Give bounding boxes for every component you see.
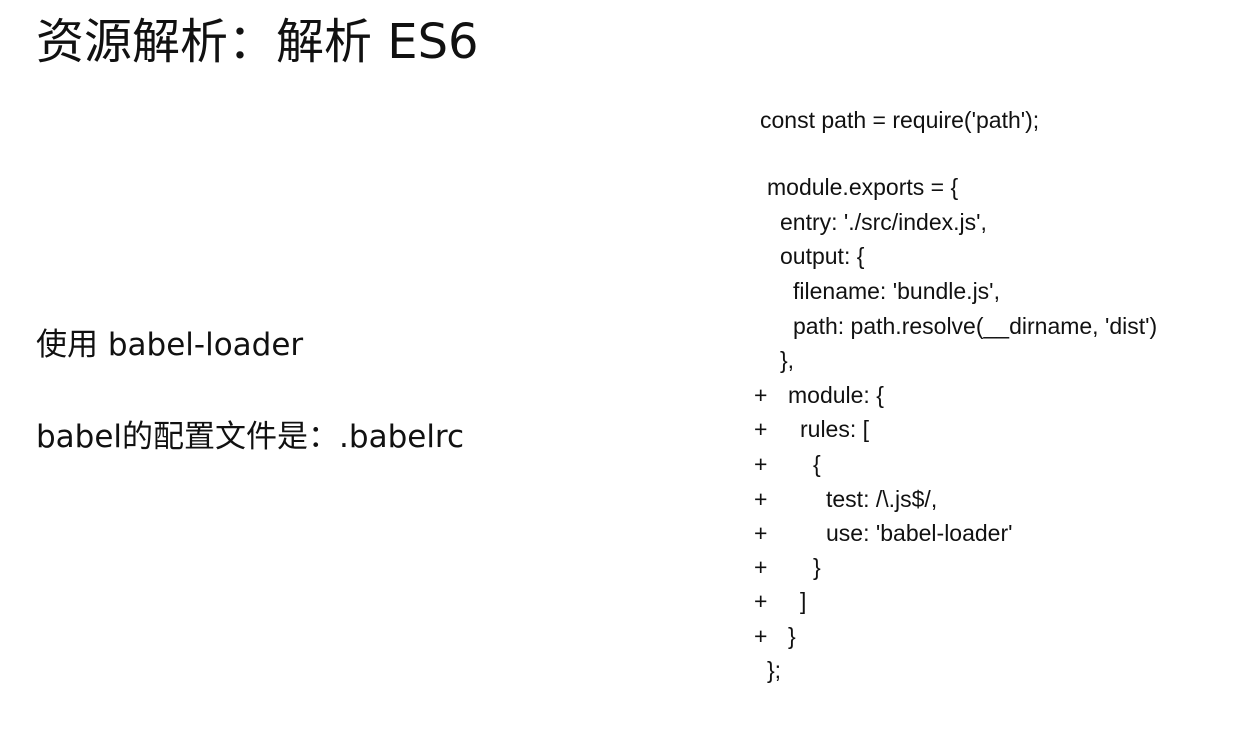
diff-plus-marker: + [754,451,768,477]
code-line: rules: [ [800,416,870,442]
code-line: filename: 'bundle.js', [793,278,1000,304]
code-line: use: 'babel-loader' [826,520,1013,546]
diff-plus-marker: + [754,382,768,408]
diff-plus-marker: + [754,623,768,649]
code-line: } [788,623,796,649]
slide-title: 资源解析：解析 ES6 [36,14,479,70]
diff-plus-marker: + [754,416,768,442]
code-line: }; [767,657,782,683]
code-line: { [813,451,821,477]
code-line: module.exports = { [767,174,959,200]
code-line: output: { [780,243,865,269]
bullet-babel-loader: 使用 babel-loader [36,327,304,363]
code-line: }, [780,347,795,373]
bullet-babelrc: babel的配置文件是：.babelrc [36,419,465,455]
code-line: module: { [788,382,884,408]
diff-plus-marker: + [754,554,768,580]
code-line: path: path.resolve(__dirname, 'dist') [793,313,1158,339]
code-line: } [813,554,821,580]
code-line: entry: './src/index.js', [780,209,987,235]
diff-plus-marker: + [754,486,768,512]
code-line: const path = require('path'); [760,107,1040,133]
code-line: test: /\.js$/, [826,486,938,512]
code-line: ] [800,588,807,614]
diff-plus-marker: + [754,588,768,614]
diff-plus-marker: + [754,520,768,546]
